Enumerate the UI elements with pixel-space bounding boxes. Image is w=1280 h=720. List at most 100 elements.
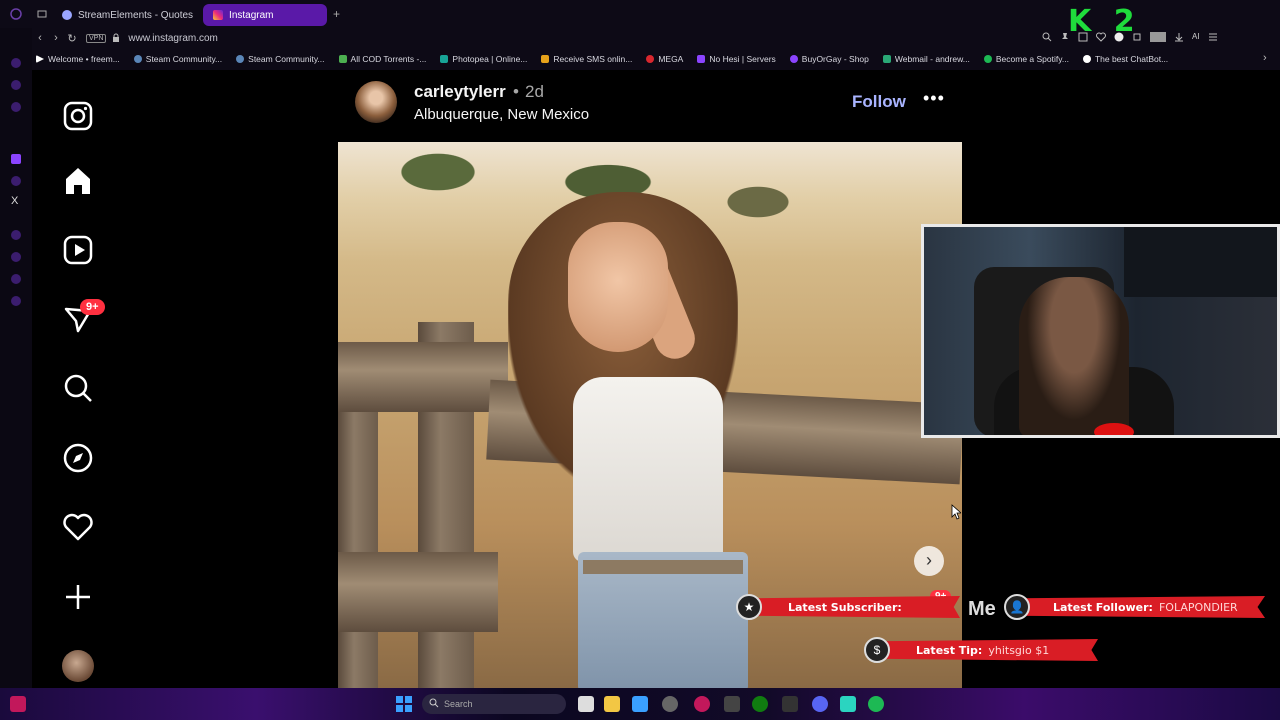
bookmark-item[interactable]: Webmail - andrew... — [882, 54, 970, 64]
partial-nav-text: Me — [968, 598, 996, 620]
sidebar-app-icon[interactable] — [11, 230, 21, 240]
mouse-cursor-icon — [951, 504, 961, 520]
webcam-overlay — [921, 224, 1280, 438]
post-username[interactable]: carleytylerr — [414, 82, 506, 102]
back-icon[interactable]: ‹ — [32, 32, 48, 44]
sidebar-app-icon[interactable] — [11, 176, 21, 186]
app-icon[interactable] — [840, 696, 856, 712]
tab-label: Instagram — [229, 9, 274, 21]
shop-icon — [789, 55, 798, 63]
notifications-badge: 9+ — [80, 299, 105, 315]
bookmark-item[interactable]: Steam Community... — [236, 54, 325, 64]
x-icon[interactable]: X — [11, 195, 18, 207]
xbox-icon[interactable] — [752, 696, 768, 712]
sidebar-app-icon[interactable] — [11, 102, 21, 112]
carousel-next-button[interactable]: › — [914, 546, 944, 576]
bookmark-item[interactable]: Photopea | Online... — [440, 54, 527, 64]
star-icon: ★ — [736, 594, 762, 620]
file-explorer-icon[interactable] — [604, 696, 620, 712]
person-top — [573, 377, 723, 562]
bookmark-item[interactable]: No Hesi | Servers — [697, 54, 776, 64]
zoom-icon[interactable] — [1042, 32, 1052, 42]
post-author-avatar[interactable] — [355, 81, 397, 123]
bookmark-item[interactable]: Welcome • freem... — [36, 54, 120, 64]
more-options-icon[interactable]: ••• — [923, 88, 945, 109]
create-plus-icon[interactable] — [62, 581, 94, 613]
latest-subscriber-alert: Latest Subscriber: — [750, 596, 960, 618]
app-icon[interactable] — [724, 696, 740, 712]
store-icon[interactable] — [632, 696, 648, 712]
vpn-badge[interactable]: VPN — [86, 33, 107, 43]
ai-icon[interactable]: AI — [1192, 32, 1200, 42]
bookmark-item[interactable]: Receive SMS onlin... — [541, 54, 632, 64]
tab-manager-icon[interactable] — [32, 9, 52, 19]
home-icon[interactable] — [62, 165, 94, 197]
reels-icon[interactable] — [62, 234, 94, 266]
download-icon[interactable] — [1174, 32, 1184, 42]
profile-avatar-icon[interactable] — [1150, 32, 1166, 42]
sidebar-app-icon[interactable] — [11, 274, 21, 284]
tab-streamelements[interactable]: StreamElements - Quotes — [52, 4, 203, 26]
cam-person — [1019, 277, 1129, 435]
lock-icon — [112, 33, 120, 43]
fence-rail — [338, 342, 508, 412]
bookmark-item[interactable]: BuyOrGay - Shop — [789, 54, 869, 64]
new-tab-icon[interactable]: + — [327, 7, 346, 21]
dollar-icon: $ — [864, 637, 890, 663]
mega-icon — [646, 55, 655, 63]
sidebar-app-icon[interactable] — [11, 80, 21, 90]
bookmark-item[interactable]: Steam Community... — [133, 54, 222, 64]
bookmark-item[interactable]: All COD Torrents -... — [338, 54, 426, 64]
bookmarks-overflow-icon[interactable]: › — [1263, 52, 1267, 64]
profile-avatar[interactable] — [62, 650, 94, 682]
latest-follower-alert: Latest Follower: FOLAPONDIER — [1015, 596, 1265, 618]
opera-gx-icon[interactable] — [694, 696, 710, 712]
explore-icon[interactable] — [62, 442, 94, 474]
chatbot-icon — [1082, 55, 1091, 63]
tab-label: StreamElements - Quotes — [78, 9, 194, 21]
follow-button[interactable]: Follow — [852, 92, 906, 112]
browser-menu-icon[interactable] — [0, 8, 32, 20]
instagram-favicon-icon — [213, 10, 224, 20]
reload-icon[interactable]: ↻ — [64, 32, 80, 45]
menu-icon[interactable] — [1208, 32, 1218, 42]
sidebar-app-icon[interactable] — [11, 252, 21, 262]
torrent-icon — [338, 55, 347, 63]
post-time[interactable]: 2d — [525, 82, 544, 102]
instagram-logo-icon[interactable] — [62, 100, 94, 132]
taskbar-search-input[interactable]: Search — [422, 694, 566, 714]
streamelements-favicon-icon — [62, 10, 72, 20]
forward-icon[interactable]: › — [48, 32, 64, 44]
bookmark-item[interactable]: The best ChatBot... — [1082, 54, 1168, 64]
discord-icon[interactable] — [812, 696, 828, 712]
sidebar-app-icon[interactable] — [11, 296, 21, 306]
app-icon[interactable] — [10, 696, 26, 712]
bookmark-item[interactable]: MEGA — [646, 54, 683, 64]
steam-icon — [236, 55, 245, 63]
streamer-logo: K 2 — [1068, 4, 1141, 39]
webmail-icon — [882, 55, 891, 63]
tab-instagram[interactable]: Instagram — [203, 4, 328, 26]
spotify-icon[interactable] — [868, 696, 884, 712]
photopea-icon — [440, 55, 449, 63]
person-face — [568, 222, 668, 352]
notifications-heart-icon[interactable] — [62, 511, 94, 543]
bookmark-item[interactable]: Become a Spotify... — [983, 54, 1069, 64]
sidebar-app-icon[interactable] — [11, 58, 21, 68]
search-icon[interactable] — [62, 372, 94, 404]
twitch-icon[interactable] — [11, 154, 21, 164]
sms-icon — [541, 55, 550, 63]
browser-sidebar: X — [0, 28, 32, 688]
steam-icon — [133, 55, 142, 63]
task-view-icon[interactable] — [578, 696, 594, 712]
post-location[interactable]: Albuquerque, New Mexico — [414, 106, 589, 123]
follower-person-icon: 👤 — [1004, 594, 1030, 620]
latest-tip-alert: Latest Tip: yhitsgio $1 — [878, 639, 1098, 661]
servers-icon — [697, 55, 706, 63]
app-icon[interactable] — [662, 696, 678, 712]
fence-rail — [338, 552, 498, 632]
app-icon[interactable] — [782, 696, 798, 712]
instagram-nav: 9+ — [32, 70, 124, 688]
windows-start-icon[interactable] — [396, 696, 412, 712]
url-field[interactable]: www.instagram.com — [128, 33, 217, 44]
